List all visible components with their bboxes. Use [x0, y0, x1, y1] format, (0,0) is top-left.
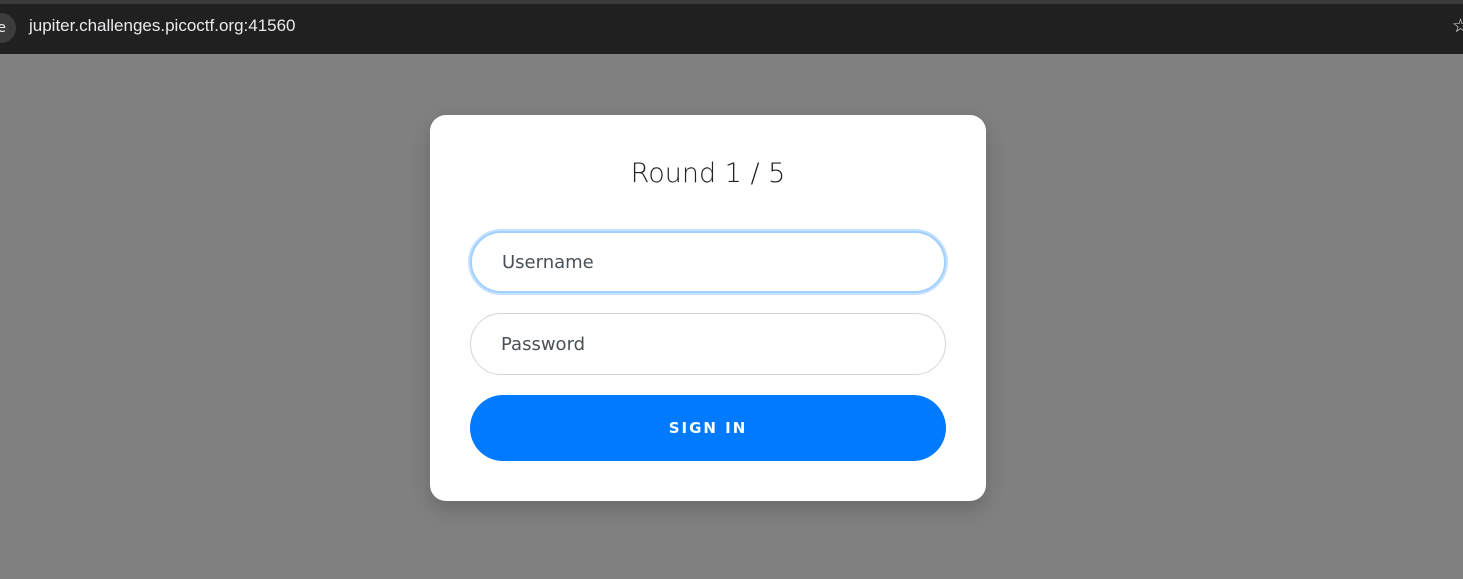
- login-card: Round 1 / 5 SIGN IN: [430, 115, 986, 501]
- site-info-icon[interactable]: e: [0, 13, 16, 43]
- password-input[interactable]: [470, 313, 946, 375]
- bookmark-star-icon[interactable]: ☆: [1452, 16, 1463, 36]
- url-text[interactable]: jupiter.challenges.picoctf.org:41560: [29, 16, 296, 36]
- round-title: Round 1 / 5: [630, 158, 786, 189]
- browser-address-bar: e jupiter.challenges.picoctf.org:41560 ☆: [0, 0, 1463, 54]
- username-input[interactable]: [470, 231, 946, 293]
- sign-in-button[interactable]: SIGN IN: [470, 395, 946, 461]
